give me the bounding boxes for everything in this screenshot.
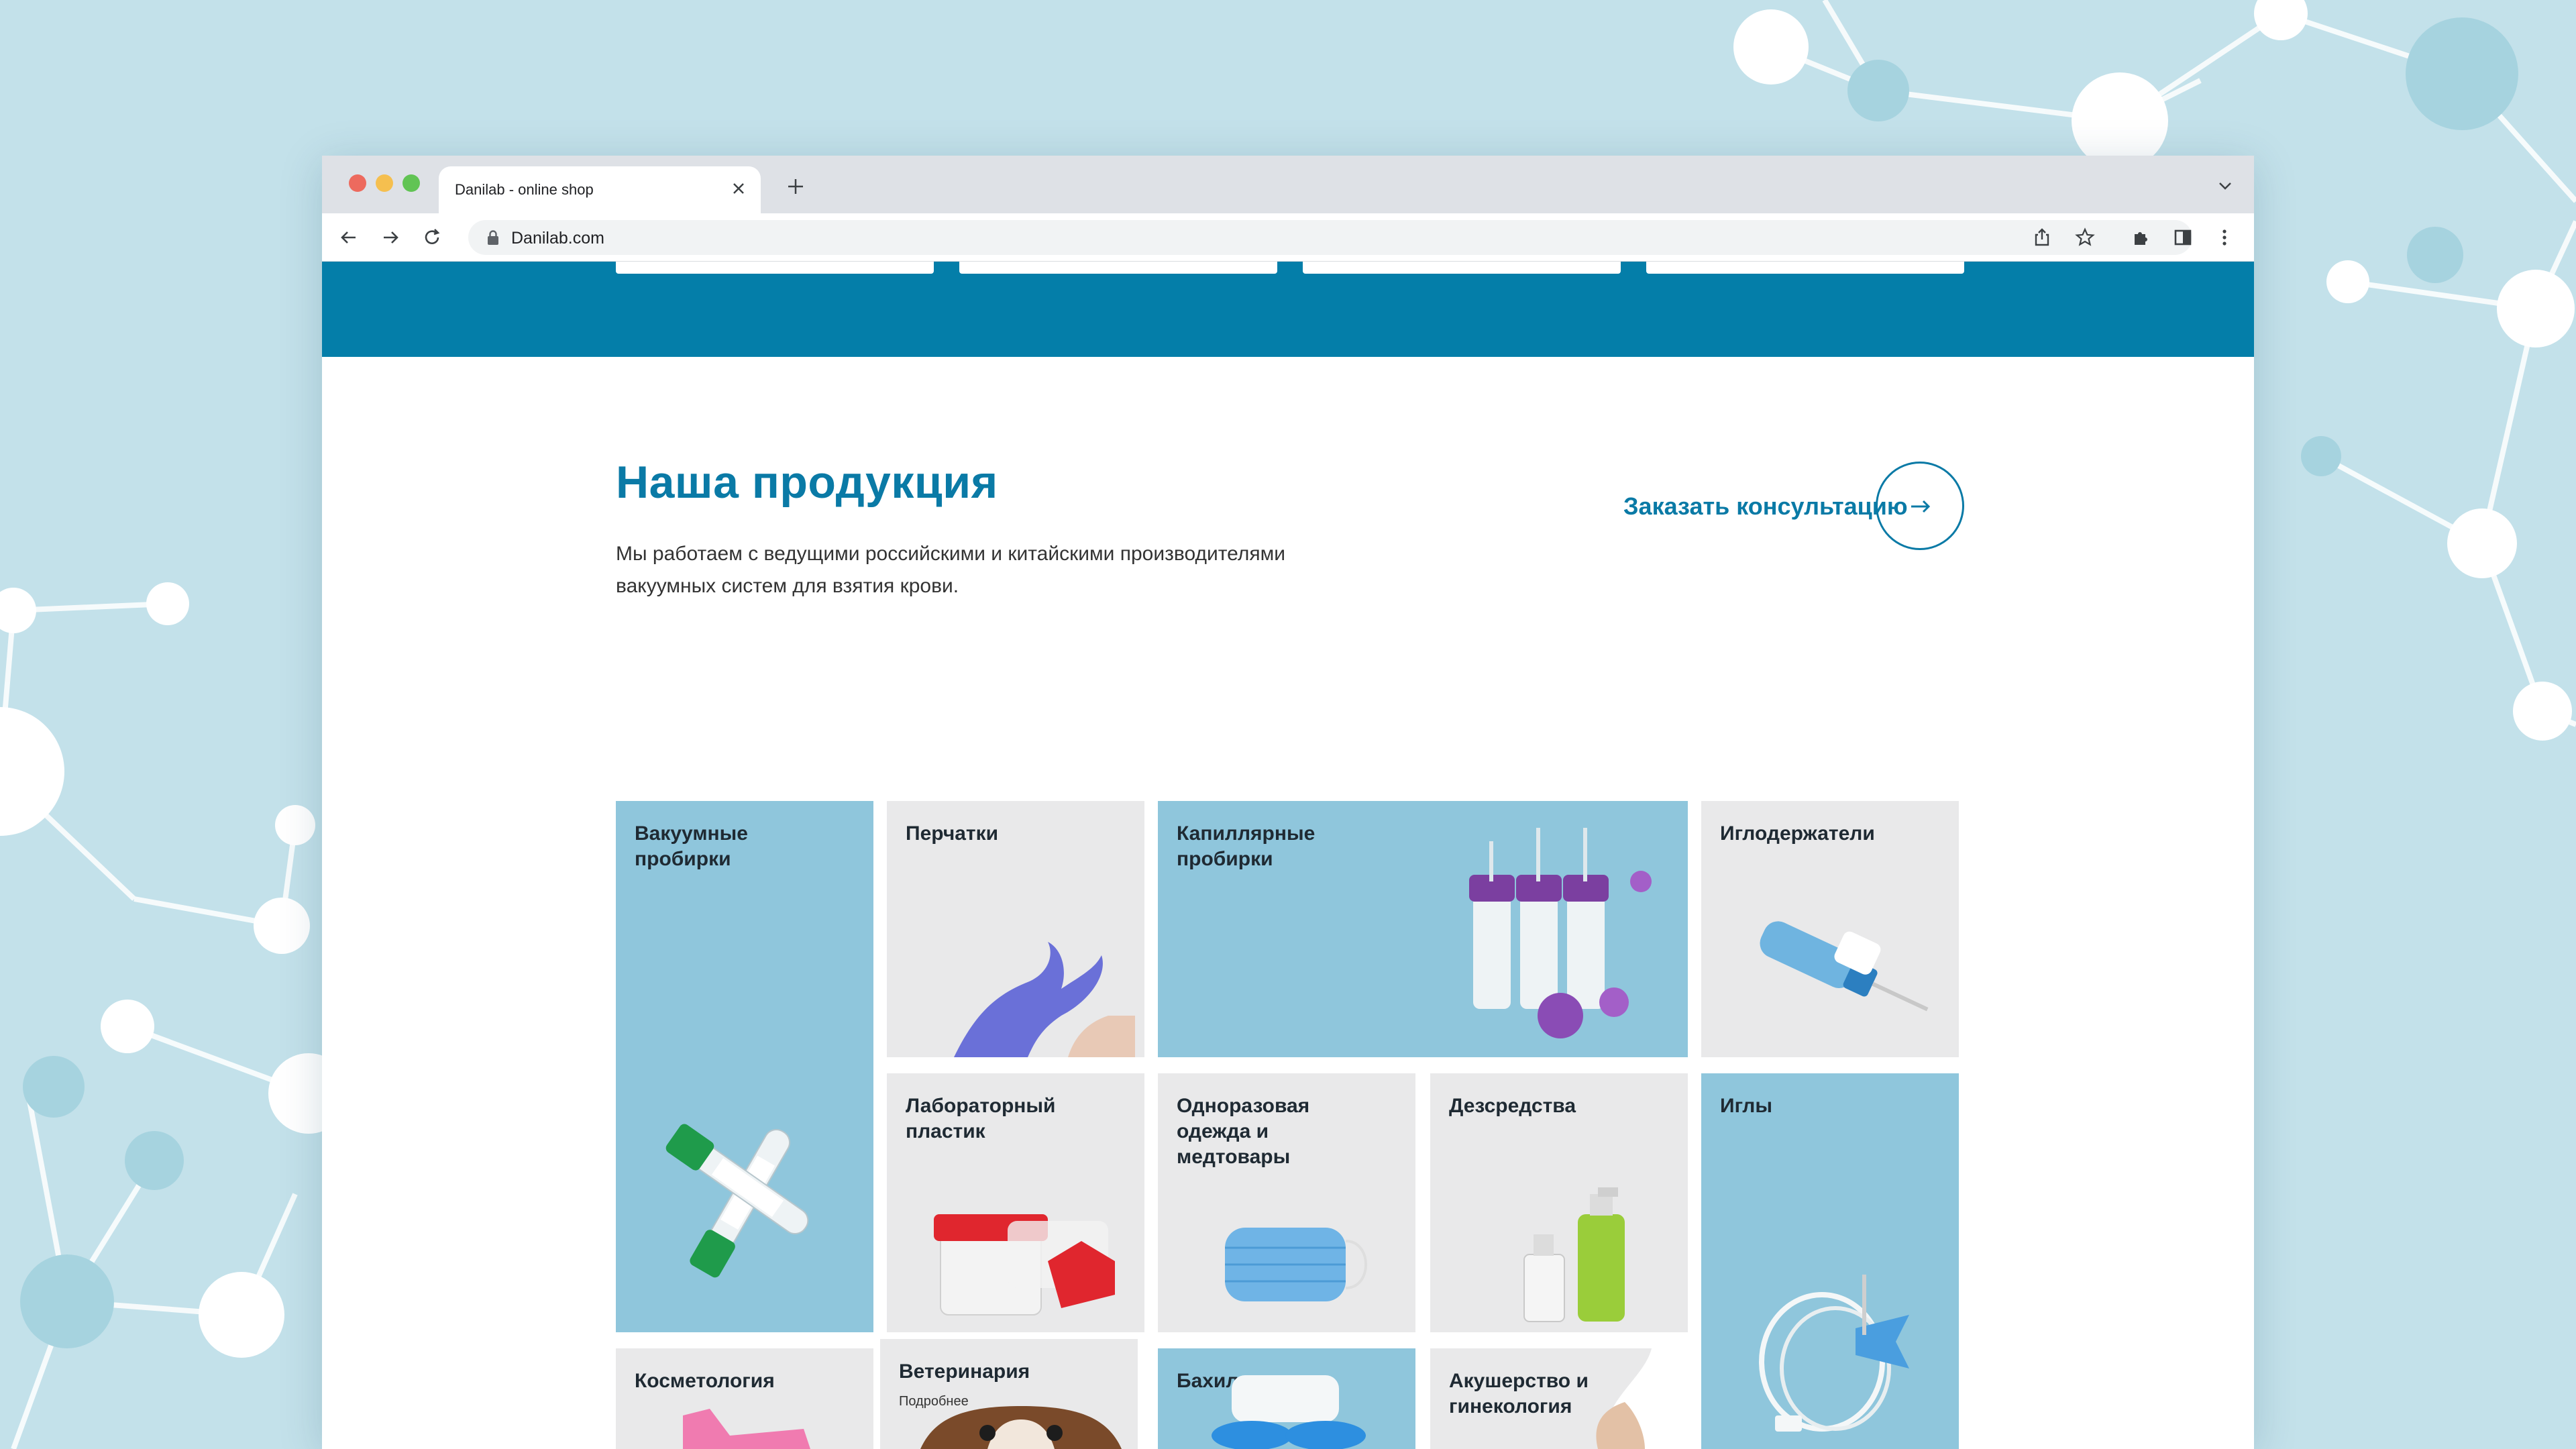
hero-card	[1303, 262, 1621, 274]
reload-icon[interactable]	[420, 225, 444, 250]
hero-card	[616, 262, 934, 274]
tile-label: Иглодержатели	[1720, 822, 1875, 845]
shoe-covers-image	[1212, 1375, 1366, 1449]
browser-toolbar: Danilab.com	[322, 213, 2254, 262]
tile-label: Вакуумные пробирки	[635, 822, 748, 870]
extensions-icon[interactable]	[2129, 225, 2153, 250]
hero-band	[322, 262, 2254, 357]
tile-label: Перчатки	[906, 822, 999, 845]
tile-label: Акушерство и гинекология	[1449, 1370, 1589, 1417]
page-content: Наша продукция Мы работаем с ведущими ро…	[322, 262, 2254, 1449]
product-tile-capillary-tubes[interactable]: Капиллярные пробирки	[1158, 801, 1688, 1057]
cta-label: Заказать консультацию	[1623, 492, 1908, 520]
browser-window: Danilab - online shop Danilab.com Наша п…	[322, 156, 2254, 1449]
product-tile-lab-plastic[interactable]: Лабораторный пластик	[887, 1073, 1144, 1332]
product-tile-veterinary[interactable]: Ветеринария Подробнее	[880, 1339, 1138, 1449]
arrow-right-icon	[1911, 500, 1931, 513]
product-tile-needle-holders[interactable]: Иглодержатели	[1701, 801, 1959, 1057]
maximize-window-button[interactable]	[402, 174, 420, 192]
butterfly-needle-image	[1759, 1275, 1909, 1432]
product-tile-shoe-covers[interactable]: Бахилы	[1158, 1348, 1415, 1449]
sanitizer-bottles-image	[1523, 1187, 1625, 1322]
lock-icon	[488, 230, 498, 245]
product-tile-obstetrics[interactable]: Акушерство и гинекология	[1430, 1348, 1688, 1449]
new-tab-icon[interactable]	[785, 176, 806, 197]
product-tile-cosmetology[interactable]: Косметология	[616, 1348, 873, 1449]
order-consultation-button[interactable]: Заказать консультацию	[1623, 462, 1972, 555]
product-tile-vacuum-tubes[interactable]: Вакуумные пробирки	[616, 801, 873, 1332]
tile-label: Косметология	[635, 1370, 775, 1392]
capillary-tubes-image	[1469, 828, 1652, 1038]
forward-icon[interactable]	[378, 225, 402, 250]
tile-label: Дезсредства	[1449, 1095, 1576, 1117]
pregnant-woman-image	[1596, 1348, 1688, 1449]
needle-holder-image	[1760, 921, 1929, 1012]
product-tile-disposable-clothing[interactable]: Одноразовая одежда и медтовары	[1158, 1073, 1415, 1332]
hero-card	[1646, 262, 1964, 274]
medical-mask-image	[1225, 1228, 1367, 1301]
cosmetology-chair-image	[683, 1409, 810, 1449]
address-bar[interactable]: Danilab.com	[468, 220, 2192, 255]
section-title: Наша продукция	[616, 457, 998, 508]
back-icon[interactable]	[337, 225, 361, 250]
tab-bar: Danilab - online shop	[322, 156, 2254, 213]
gloves-image	[954, 942, 1135, 1057]
side-panel-icon[interactable]	[2171, 225, 2195, 250]
tile-label: Капиллярные пробирки	[1177, 822, 1316, 870]
product-tile-disinfectants[interactable]: Дезсредства	[1430, 1073, 1688, 1332]
bookmark-star-icon[interactable]	[2073, 225, 2097, 250]
url-text: Danilab.com	[511, 229, 604, 248]
minimize-window-button[interactable]	[376, 174, 393, 192]
dog-image	[920, 1406, 1122, 1449]
tab-title: Danilab - online shop	[455, 181, 594, 198]
product-tile-needles[interactable]: Иглы	[1701, 1073, 1959, 1449]
cta-circle	[1876, 462, 1964, 550]
chevron-down-icon[interactable]	[2215, 176, 2235, 196]
more-menu-icon[interactable]	[2212, 225, 2237, 250]
close-window-button[interactable]	[349, 174, 366, 192]
close-tab-icon[interactable]	[729, 178, 749, 199]
share-icon[interactable]	[2030, 225, 2054, 250]
tile-label: Лабораторный пластик	[906, 1095, 1056, 1142]
tile-label: Одноразовая одежда и медтовары	[1177, 1095, 1310, 1168]
hero-card	[959, 262, 1277, 274]
browser-tab[interactable]: Danilab - online shop	[439, 166, 761, 213]
section-description: Мы работаем с ведущими российскими и кит…	[616, 543, 1285, 597]
tile-label: Иглы	[1720, 1095, 1772, 1117]
product-tile-gloves[interactable]: Перчатки	[887, 801, 1144, 1057]
tile-label: Ветеринария	[899, 1360, 1030, 1383]
test-tubes-image	[665, 1124, 809, 1278]
sample-container-image	[934, 1214, 1115, 1316]
